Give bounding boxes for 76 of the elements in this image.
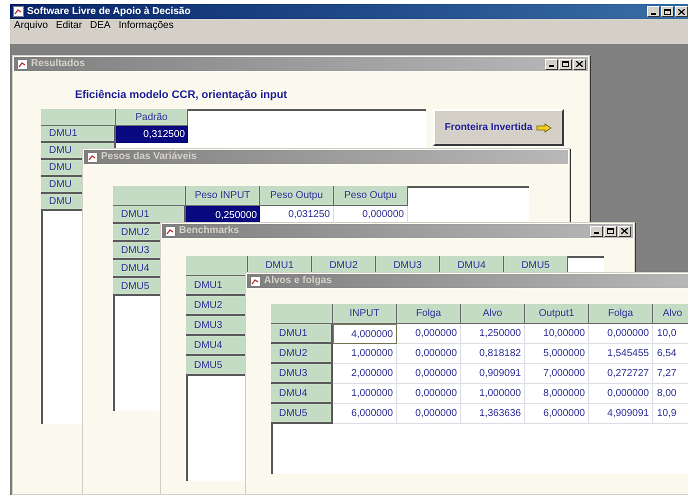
column-header: Padrão	[116, 109, 188, 126]
minimize-button[interactable]	[647, 6, 660, 17]
corner-header	[271, 304, 333, 324]
row-header: DMU1	[41, 126, 116, 143]
window-title: Resultados	[31, 59, 86, 69]
table-cell[interactable]: 0,000000	[397, 324, 461, 344]
table-cell[interactable]: 0,909091	[461, 364, 525, 384]
table-cell[interactable]: 0,272727	[589, 364, 653, 384]
corner-header	[186, 256, 248, 276]
row-header: DMU2	[271, 344, 333, 364]
minimize-button[interactable]	[545, 58, 558, 70]
table-cell[interactable]: 7,000000	[525, 364, 589, 384]
menu-item[interactable]: Arquivo	[14, 21, 48, 31]
row-header: DMU1	[186, 276, 248, 296]
close-button[interactable]	[675, 6, 688, 17]
table-cell[interactable]: 10,00000	[525, 324, 589, 344]
close-icon	[576, 61, 583, 67]
row-header: DMU3	[271, 364, 333, 384]
maximize-button[interactable]	[661, 6, 674, 17]
row-header: DMU3	[186, 316, 248, 336]
table-cell[interactable]: 0,312500	[116, 126, 188, 143]
window-icon	[17, 58, 28, 70]
column-header: Peso INPUT	[186, 186, 260, 206]
table-cell[interactable]: 0,818182	[461, 344, 525, 364]
app-title: Software Livre de Apoio à Decisão	[27, 6, 192, 16]
table-cell[interactable]: 1,250000	[461, 324, 525, 344]
menu-item[interactable]: Informações	[118, 21, 174, 31]
maximize-button[interactable]	[559, 58, 572, 70]
table-cell[interactable]: 1,000000	[333, 384, 397, 404]
column-header: Alvo	[653, 304, 688, 324]
table-cell[interactable]: 6,000000	[333, 404, 397, 424]
row-header: DMU4	[271, 384, 333, 404]
row-header: DMU4	[186, 336, 248, 356]
row-header: DMU1	[271, 324, 333, 344]
column-header: INPUT	[333, 304, 397, 324]
close-icon	[621, 228, 628, 234]
table-cell[interactable]: 0,000000	[397, 344, 461, 364]
menu-item[interactable]: Editar	[56, 21, 82, 31]
column-header: Peso Outpu	[260, 186, 334, 206]
row-header: DMU2	[186, 296, 248, 316]
inverted-frontier-button[interactable]: Fronteira Invertida	[433, 109, 564, 146]
table-cell[interactable]: 5,000000	[525, 344, 589, 364]
window-icon	[165, 226, 176, 236]
column-header: Folga	[589, 304, 653, 324]
window-title: Alvos e folgas	[264, 276, 333, 286]
close-button[interactable]	[573, 58, 586, 70]
column-header: Folga	[397, 304, 461, 324]
row-header: DMU5	[271, 404, 333, 424]
table-cell[interactable]: 2,000000	[333, 364, 397, 384]
table-cell[interactable]: 1,363636	[461, 404, 525, 424]
table-cell[interactable]: 1,000000	[461, 384, 525, 404]
table-cell[interactable]: 1,545455	[589, 344, 653, 364]
menu-item[interactable]: DEA	[90, 21, 111, 31]
table-cell[interactable]: 0,000000	[589, 324, 653, 344]
minimize-button[interactable]	[590, 226, 603, 236]
table-cell[interactable]: 0,000000	[397, 364, 461, 384]
table-cell[interactable]: 4,000000	[333, 324, 397, 344]
table-cell[interactable]: 1,000000	[333, 344, 397, 364]
table-cell[interactable]: 6,000000	[525, 404, 589, 424]
table-cell[interactable]: 0,000000	[397, 404, 461, 424]
column-header: Peso Outpu	[334, 186, 408, 206]
close-icon	[678, 8, 685, 14]
table-cell[interactable]: 4,909091	[589, 404, 653, 424]
maximize-button[interactable]	[604, 226, 617, 236]
table-cell[interactable]: 8,000000	[525, 384, 589, 404]
window-icon	[87, 152, 98, 162]
window-icon	[13, 6, 24, 17]
close-button[interactable]	[618, 226, 631, 236]
row-header: DMU1	[113, 206, 186, 224]
table-cell[interactable]: 0,000000	[589, 384, 653, 404]
window-icon	[250, 276, 261, 286]
result-heading: Eficiência modelo CCR, orientação input	[75, 88, 288, 103]
column-header: Alvo	[461, 304, 525, 324]
row-header: DMU5	[186, 356, 248, 376]
table-cell[interactable]: 0,000000	[397, 384, 461, 404]
column-header: Output1	[525, 304, 589, 324]
